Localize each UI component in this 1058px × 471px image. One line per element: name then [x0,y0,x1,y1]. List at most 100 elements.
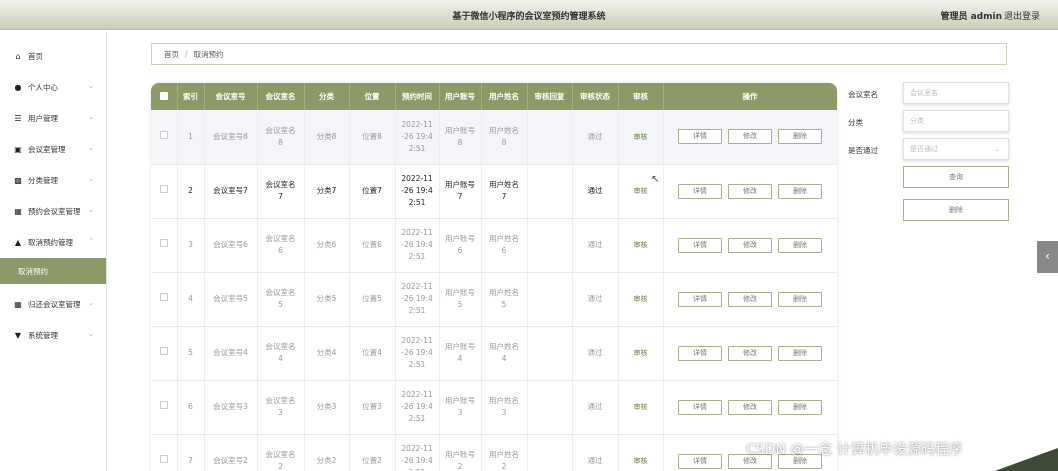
collapse-panel-tab[interactable]: ‹ [1037,241,1058,273]
cell-line: 6 [278,246,283,255]
detail-button[interactable]: 详情 [678,291,722,307]
delete-button[interactable]: 删除 [778,183,822,199]
detail-button[interactable]: 详情 [678,345,722,361]
header-reply: 审核回复 [527,83,573,110]
detail-button[interactable]: 详情 [678,183,722,199]
breadcrumb-home[interactable]: 首页 [164,49,179,60]
detail-button[interactable]: 详情 [678,453,722,469]
cell-line: 用户姓名 [489,180,519,189]
chevron-down-icon: ⌄ [88,144,94,152]
row-checkbox[interactable] [159,401,168,409]
delete-button[interactable]: 删除 [778,129,822,145]
cell-line: 5 [278,300,283,309]
sidebar-item-rooms[interactable]: ▣ 会议室管理 ⌄ [0,134,106,165]
cell-account: 用户账号 6 [439,218,482,273]
delete-button[interactable]: 删除 [778,345,822,361]
detail-button[interactable]: 详情 [678,399,722,415]
edit-button[interactable]: 修改 [728,129,772,145]
mouse-cursor-icon: ↖ [651,174,660,185]
sidebar-item-categories[interactable]: ▩ 分类管理 ⌄ [0,165,106,196]
sidebar-subitem-cancel[interactable]: 取消预约 [0,258,106,284]
edit-button[interactable]: 修改 [728,399,772,415]
sidebar-item-label: 首页 [28,52,43,61]
cell-line: -26 19:4 [401,348,433,357]
edit-button[interactable]: 修改 [728,291,772,307]
cell-review: 审核 [618,218,664,273]
row-checkbox[interactable] [159,455,168,463]
room-name-input[interactable]: 会议室名 [903,82,1009,104]
cell-time: 2022-11 -26 19:4 2:51 [395,434,440,471]
cell-line: 用户账号 [445,396,475,405]
delete-button[interactable]: 删除 [778,291,822,307]
cell-line: 4 [457,354,463,363]
review-link[interactable]: 审核 [634,403,648,411]
row-checkbox[interactable] [159,347,168,355]
cell-actions: 详情 修改 删除 [663,272,837,327]
detail-button[interactable]: 详情 [678,237,722,253]
review-link[interactable]: 审核 [634,187,648,195]
cell-line: 2:51 [408,306,426,315]
row-select-cell[interactable] [151,380,178,435]
query-button[interactable]: 查询 [903,166,1009,188]
row-select-cell[interactable] [151,326,178,381]
review-link[interactable]: 审核 [634,457,648,465]
cell-line: 3 [457,408,463,417]
category-label: 分类 [848,118,863,127]
table-row: 6 会议室号3 会议室名 3 分类3 位置3 2022-11 -26 19:4 2:51 用户账号… [151,380,837,435]
row-checkbox[interactable] [159,130,168,139]
cell-line: 2:51 [408,360,426,369]
cell-line: 2022-11 [401,174,433,183]
sidebar-item-cancel-management[interactable]: ▲ 取消预约管理 ⌃ [0,227,106,258]
cell-actions: 详情 修改 删除 [663,110,837,165]
row-select-cell[interactable] [151,110,178,165]
sidebar-item-users[interactable]: ☰ 用户管理 ⌄ [0,103,106,134]
cell-status: 通过 [572,164,619,219]
logout-link[interactable]: 退出登录 [1004,9,1040,22]
cell-index: 7 [177,434,205,471]
row-select-cell[interactable] [151,164,178,219]
review-link[interactable]: 审核 [634,295,648,303]
cell-review: 审核 [618,164,664,219]
sidebar-item-returns[interactable]: ▦ 归还会议室管理 ⌄ [0,289,106,320]
approved-select-value: 是否通过 [910,145,938,153]
category-input[interactable]: 分类 [903,110,1009,132]
cell-actions: 详情 修改 删除 [663,218,837,273]
document-icon: ▩ [14,176,22,185]
cell-line: 2022-11 [401,336,433,345]
header-room-no: 会议室号 [204,83,258,110]
breadcrumb-separator: / [185,49,188,59]
edit-button[interactable]: 修改 [728,345,772,361]
batch-delete-button[interactable]: 删除 [903,199,1009,221]
detail-button[interactable]: 详情 [678,129,722,145]
row-checkbox[interactable] [159,293,168,301]
sidebar-item-system[interactable]: ▼ 系统管理 ⌄ [0,320,106,351]
thumb-icon: ▲ [14,238,22,247]
cell-line: 6 [457,246,463,255]
row-checkbox[interactable] [159,239,168,247]
cell-review: 审核 [618,110,664,165]
edit-button[interactable]: 修改 [728,183,772,199]
sidebar-item-reservations[interactable]: ▦ 预约会议室管理 ⌄ [0,196,106,227]
select-all-checkbox[interactable] [159,91,168,100]
table-row: 2 会议室号7 会议室名 7 分类7 位置7 2022-11 -26 19:4 2:51 用户账号… [151,164,837,219]
row-select-cell[interactable] [151,218,178,273]
row-checkbox[interactable] [159,185,168,193]
cell-location: 位置3 [349,380,396,435]
review-link[interactable]: 审核 [634,241,648,249]
delete-button[interactable]: 删除 [778,399,822,415]
review-link[interactable]: 审核 [634,133,648,141]
approved-select[interactable]: 是否通过 ⌄ [903,138,1009,160]
cell-account: 用户账号 3 [439,380,482,435]
cell-user-name: 用户姓名 4 [481,326,528,381]
sidebar-item-profile[interactable]: ● 个人中心 ⌄ [0,72,106,103]
row-select-cell[interactable] [151,434,178,471]
row-select-cell[interactable] [151,272,178,327]
edit-button[interactable]: 修改 [728,237,772,253]
cell-line: 2:51 [408,414,426,423]
chevron-down-icon: ⌄ [88,299,94,307]
review-link[interactable]: 审核 [634,349,648,357]
cell-category: 分类4 [304,326,350,381]
header-select-all[interactable] [151,83,178,110]
delete-button[interactable]: 删除 [778,237,822,253]
sidebar-item-home[interactable]: ⌂ 首页 [0,41,106,72]
